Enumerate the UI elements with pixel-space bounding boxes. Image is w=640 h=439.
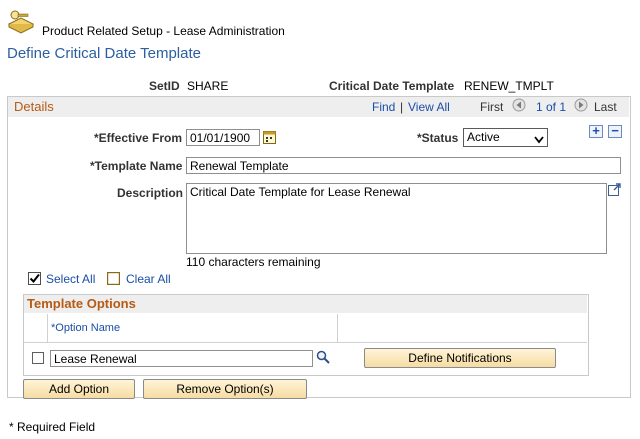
- template-options-title: Template Options: [27, 296, 136, 311]
- add-option-button[interactable]: Add Option: [23, 379, 135, 399]
- characters-remaining: 110 characters remaining: [186, 255, 321, 269]
- clear-all-link[interactable]: Clear All: [126, 272, 171, 286]
- first-label: First: [480, 100, 504, 114]
- column-divider: [337, 314, 338, 342]
- description-label: Description: [117, 186, 184, 200]
- view-all-link[interactable]: View All: [408, 100, 450, 114]
- critical-date-template-label: Critical Date Template: [329, 79, 455, 93]
- setid-value: SHARE: [187, 79, 229, 93]
- status-select[interactable]: Active: [463, 128, 548, 147]
- setid-label: SetID: [149, 79, 180, 93]
- effective-from-input[interactable]: 01/01/1900: [186, 129, 260, 146]
- nav-separator: |: [400, 100, 404, 114]
- effective-from-label: *Effective From: [94, 131, 183, 145]
- page-count: 1 of 1: [536, 100, 567, 114]
- calendar-icon[interactable]: [263, 130, 276, 144]
- select-all-checkbox-icon[interactable]: [28, 272, 41, 285]
- clear-all-checkbox-icon[interactable]: [106, 271, 121, 286]
- option-name-input[interactable]: Lease Renewal: [50, 350, 313, 367]
- column-divider: [47, 314, 48, 342]
- description-textarea[interactable]: Critical Date Template for Lease Renewal: [186, 183, 607, 254]
- add-row-button[interactable]: +: [589, 124, 603, 138]
- search-icon[interactable]: [316, 350, 330, 364]
- row-select-checkbox[interactable]: [32, 352, 44, 364]
- template-name-label: *Template Name: [90, 159, 183, 173]
- template-name-input[interactable]: Renewal Template: [186, 157, 621, 174]
- delete-row-button[interactable]: −: [608, 124, 622, 138]
- select-all-link[interactable]: Select All: [46, 272, 95, 286]
- status-label: *Status: [417, 131, 459, 145]
- critical-date-template-value: RENEW_TMPLT: [464, 79, 554, 93]
- option-name-column-header[interactable]: *Option Name: [51, 322, 120, 334]
- required-field-note: * Required Field: [9, 420, 96, 434]
- define-notifications-button[interactable]: Define Notifications: [364, 348, 556, 368]
- page-title: Define Critical Date Template: [7, 45, 201, 62]
- details-title: Details: [14, 99, 54, 114]
- breadcrumb: Product Related Setup - Lease Administra…: [42, 24, 285, 38]
- chevron-down-icon: [534, 133, 544, 147]
- previous-arrow-icon[interactable]: [512, 98, 526, 112]
- next-arrow-icon[interactable]: [574, 98, 588, 112]
- remove-options-button[interactable]: Remove Option(s): [143, 379, 307, 399]
- status-selected-value: Active: [467, 130, 500, 144]
- expand-textarea-icon[interactable]: [608, 183, 622, 196]
- lease-admin-icon: [6, 8, 36, 34]
- last-label: Last: [594, 100, 617, 114]
- find-link[interactable]: Find: [372, 100, 395, 114]
